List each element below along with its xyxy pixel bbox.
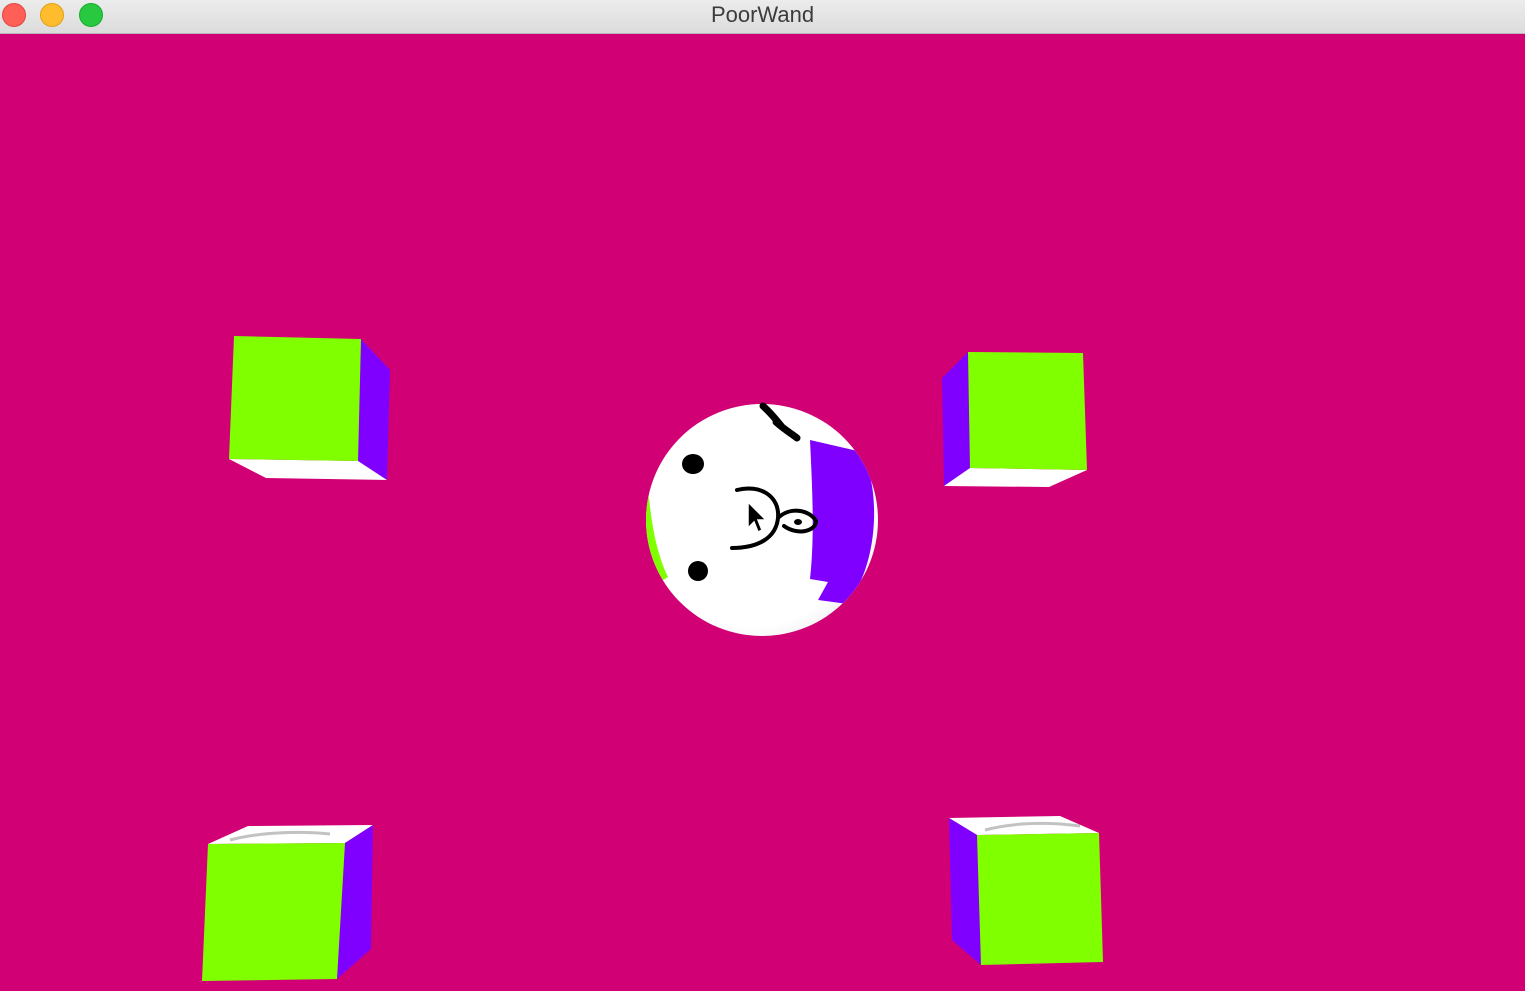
scene-canvas	[202, 336, 1103, 981]
sphere-eye-left	[682, 454, 704, 474]
app-window: PoorWand	[0, 0, 1525, 991]
cube-front-face	[968, 352, 1087, 470]
cube-side-face	[949, 818, 981, 965]
sphere-eye-right	[688, 561, 708, 581]
sphere-mouth-dot	[794, 519, 802, 525]
cube-top-right[interactable]	[942, 352, 1087, 487]
window-title: PoorWand	[710, 2, 815, 27]
cube-front-face	[977, 833, 1103, 965]
cube-front-face	[202, 843, 345, 981]
cube-bottom-left[interactable]	[202, 825, 373, 981]
title-bar[interactable]: PoorWand	[0, 0, 1525, 34]
cube-top-left[interactable]	[229, 336, 390, 480]
cube-front-face	[229, 336, 361, 461]
cube-bottom-right[interactable]	[949, 816, 1103, 965]
3d-viewport[interactable]	[0, 34, 1525, 991]
cube-side-face	[942, 352, 970, 486]
cube-side-face	[358, 339, 390, 480]
sphere-purple-patch	[810, 440, 875, 604]
